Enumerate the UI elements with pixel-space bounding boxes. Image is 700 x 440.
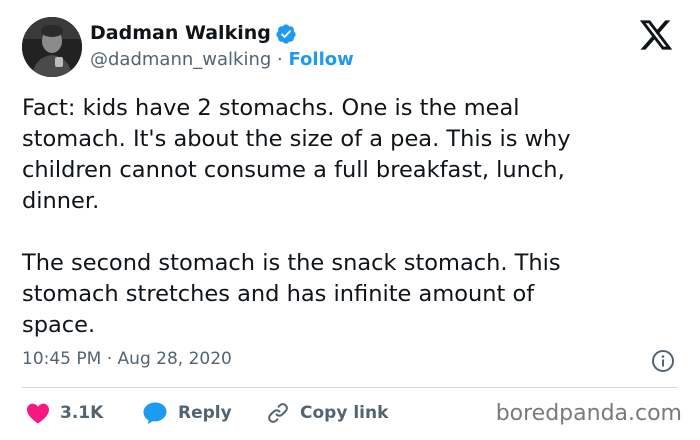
info-icon[interactable]: [651, 349, 675, 373]
tweet-timestamp[interactable]: 10:45 PM · Aug 28, 2020: [22, 349, 232, 369]
reply-bubble-icon: [143, 402, 167, 424]
link-icon: [268, 403, 288, 423]
heart-icon: [27, 403, 49, 424]
tweet-line: dinner.: [22, 188, 100, 214]
x-logo-icon[interactable]: [637, 17, 675, 53]
reply-button[interactable]: Reply: [142, 400, 232, 426]
verified-badge-icon: [276, 24, 296, 44]
tweet-line: children cannot consume a full breakfast…: [22, 157, 565, 183]
tweet-line: stomach. It's about the size of a pea. T…: [22, 126, 571, 152]
copy-link-button[interactable]: Copy link: [266, 400, 388, 426]
handle-separator: ·: [277, 49, 283, 70]
timestamp-separator: ·: [106, 349, 113, 369]
tweet-date: Aug 28, 2020: [117, 349, 232, 369]
avatar[interactable]: [22, 17, 82, 77]
author-handle[interactable]: @dadmann_walking: [90, 49, 271, 70]
watermark: boredpanda.com: [495, 401, 682, 426]
like-count: 3.1K: [60, 403, 104, 423]
like-button[interactable]: 3.1K: [26, 400, 103, 426]
tweet-text: Fact: kids have 2 stomachs. One is the m…: [22, 93, 682, 341]
copy-link-label: Copy link: [300, 403, 389, 423]
tweet-line: The second stomach is the snack stomach.…: [22, 250, 561, 276]
follow-button[interactable]: Follow: [288, 49, 353, 70]
tweet-line: space.: [22, 312, 96, 338]
author-handle-row: @dadmann_walking · Follow: [90, 49, 354, 70]
tweet-time: 10:45 PM: [22, 349, 102, 369]
reply-label: Reply: [178, 403, 232, 423]
author-display-name[interactable]: Dadman Walking: [90, 22, 271, 44]
tweet-line: stomach stretches and has infinite amoun…: [22, 281, 535, 307]
divider: [22, 387, 678, 388]
tweet-line: Fact: kids have 2 stomachs. One is the m…: [22, 95, 520, 121]
avatar-photo: [22, 17, 82, 77]
